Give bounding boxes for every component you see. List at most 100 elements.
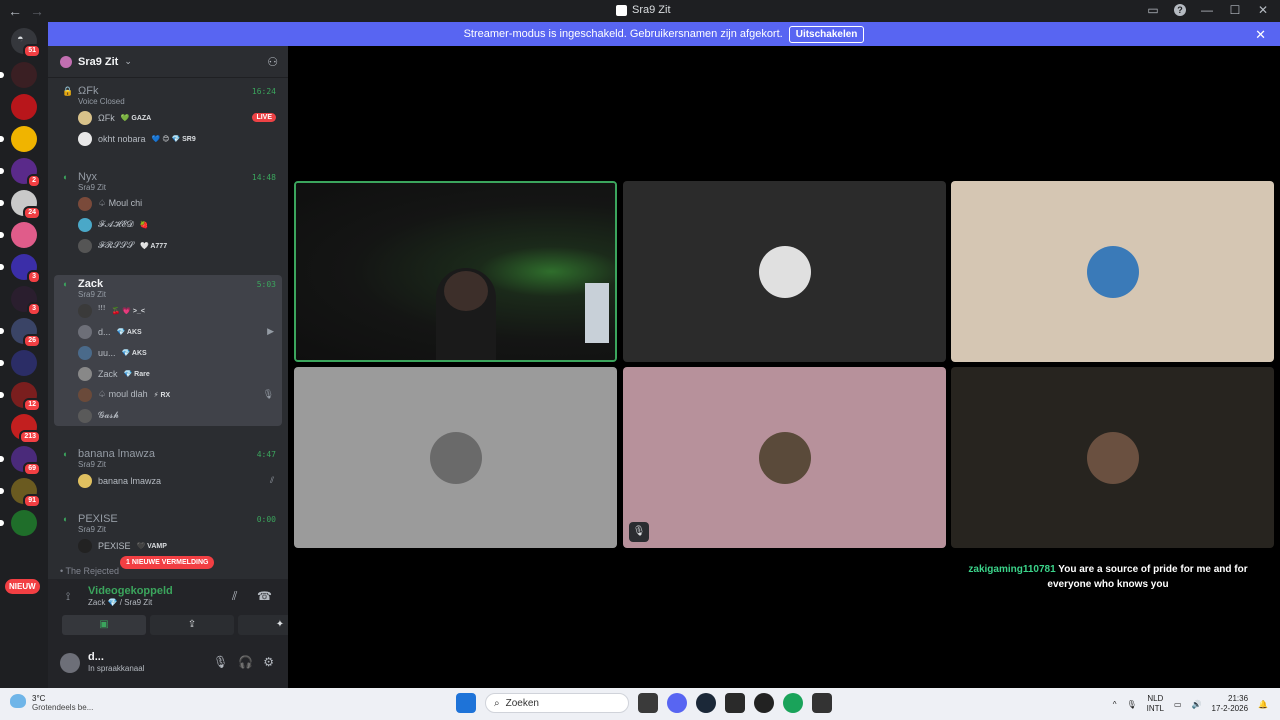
- voice-user[interactable]: PEXISE 🖤 VAMP: [54, 535, 282, 556]
- voice-user[interactable]: ꜝꜝꜝ 🍒 💗 >_<: [54, 300, 282, 321]
- home-button[interactable]: ◓ 51: [11, 28, 41, 58]
- avatar: [758, 245, 811, 298]
- server-icon[interactable]: 3: [0, 254, 41, 284]
- server-icon[interactable]: 69: [0, 446, 41, 476]
- microphone-icon[interactable]: 🎙: [213, 655, 228, 669]
- noise-suppression-icon[interactable]: ⫽: [232, 589, 237, 604]
- server-icon[interactable]: 26: [0, 318, 41, 348]
- avatar[interactable]: [78, 473, 92, 488]
- avatar[interactable]: [78, 408, 92, 423]
- server-icon[interactable]: [0, 222, 37, 248]
- voice-user[interactable]: 𝓕𝓡𝓢𝓢𝓢 🤍 A777: [54, 235, 282, 256]
- participant-tile[interactable]: [951, 367, 1274, 548]
- avatar[interactable]: [60, 653, 80, 673]
- voice-user[interactable]: okht nobara 💙 😊 💎 SR9: [54, 128, 282, 149]
- voice-user[interactable]: banana lmawza ⫽: [54, 470, 282, 491]
- maximize-icon[interactable]: ☐: [1228, 3, 1242, 17]
- epic-games-icon[interactable]: [725, 693, 745, 713]
- voice-user[interactable]: 𝓖𝓪𝓼𝓱: [54, 405, 282, 426]
- disconnect-icon[interactable]: ☎: [257, 589, 272, 603]
- camera-button[interactable]: ▣: [62, 615, 146, 635]
- microphone-tray-icon[interactable]: 🎙: [1127, 700, 1137, 709]
- disable-streamer-button[interactable]: Uitschakelen: [788, 25, 865, 43]
- volume-icon[interactable]: 🔊: [1192, 700, 1202, 709]
- avatar[interactable]: [78, 324, 92, 339]
- server-icon[interactable]: [0, 62, 37, 88]
- add-member-icon[interactable]: ⚇: [267, 55, 278, 69]
- signal-icon[interactable]: ⟟: [66, 591, 70, 604]
- avatar[interactable]: [78, 538, 92, 553]
- participant-tile[interactable]: [623, 181, 946, 362]
- close-window-icon[interactable]: ✕: [1256, 3, 1270, 17]
- unread-pip: [0, 328, 4, 334]
- inbox-icon[interactable]: ▭: [1146, 3, 1160, 17]
- notification-bell-icon[interactable]: 🔔: [1258, 700, 1268, 709]
- avatar[interactable]: [78, 387, 92, 402]
- avatar[interactable]: [78, 345, 92, 360]
- voice-channel[interactable]: ◖ banana lmawza 4:47 Sra9 Zit banana lmawza ⫽: [54, 445, 282, 491]
- chevron-up-icon[interactable]: ^: [1113, 700, 1117, 709]
- caption-user[interactable]: zakigaming110781: [968, 564, 1055, 575]
- voice-status[interactable]: Videogekoppeld: [88, 585, 173, 597]
- voice-user[interactable]: d... 💎 AKS ▶: [54, 321, 282, 342]
- server-icon[interactable]: 2: [0, 158, 41, 188]
- avatar[interactable]: [78, 303, 92, 318]
- server-icon[interactable]: 91: [0, 478, 41, 508]
- start-icon[interactable]: [456, 693, 476, 713]
- server-header[interactable]: Sra9 Zit ⌄ ⚇: [48, 46, 288, 78]
- weather-widget[interactable]: 3°C Grotendeels be...: [10, 694, 93, 712]
- voice-channel[interactable]: 🔒 ΩFk 16:24 Voice Closed ΩFk 💚 GAZA LIVE okht n…: [54, 82, 282, 149]
- mention-pill[interactable]: 1 NIEUWE VERMELDING: [120, 556, 215, 569]
- language-indicator[interactable]: NLD INTL: [1147, 694, 1164, 714]
- server-icon[interactable]: 24: [0, 190, 41, 220]
- voice-channel[interactable]: ◖ Zack 5:03 Sra9 Zit ꜝꜝꜝ 🍒 💗 >_< d... 💎 AKS ▶ uu.…: [54, 275, 282, 426]
- voice-location[interactable]: Zack 💎 / Sra9 Zit: [88, 598, 152, 607]
- voice-user[interactable]: ♤ moul dlah ⚡ RX 🎙: [54, 384, 282, 405]
- avatar[interactable]: [78, 217, 92, 232]
- forward-arrow-icon[interactable]: →: [30, 3, 44, 19]
- avatar[interactable]: [78, 110, 92, 125]
- participant-tile[interactable]: [294, 367, 617, 548]
- mic-off-icon: 🎙: [629, 522, 649, 542]
- screen-share-button[interactable]: ⇪: [150, 615, 234, 635]
- edge-icon[interactable]: [783, 693, 803, 713]
- server-icon[interactable]: [11, 94, 37, 120]
- server-icon[interactable]: 3: [11, 286, 41, 316]
- new-pill[interactable]: NIEUW: [5, 579, 40, 594]
- server-icon[interactable]: [0, 350, 37, 376]
- close-icon[interactable]: ✕: [1255, 27, 1266, 43]
- help-icon[interactable]: ?: [1174, 4, 1186, 16]
- participant-tile[interactable]: 🎙: [623, 367, 946, 548]
- voice-user[interactable]: ♤ Moul chi: [54, 193, 282, 214]
- voice-channel[interactable]: ◖ Nyx 14:48 Sra9 Zit ♤ Moul chi 𝓕𝓐𝓗𝓔𝓓 🍓 𝓕𝓡𝓢𝓢𝓢 🤍 …: [54, 168, 282, 256]
- voice-channel[interactable]: ◖ PEXISE 0:00 Sra9 Zit PEXISE 🖤 VAMP: [54, 510, 282, 556]
- gear-icon[interactable]: ⚙: [263, 655, 274, 669]
- video-tile[interactable]: [294, 181, 617, 362]
- server-icon[interactable]: 213: [11, 414, 41, 444]
- voice-user[interactable]: uu... 💎 AKS: [54, 342, 282, 363]
- search-input[interactable]: ⌕ Zoeken: [485, 693, 629, 713]
- voice-user[interactable]: Zack 💎 Rare: [54, 363, 282, 384]
- headphones-icon[interactable]: 🎧: [238, 655, 253, 669]
- clock[interactable]: 21:36 17-2-2026: [1212, 694, 1248, 714]
- server-icon[interactable]: [0, 126, 37, 152]
- steam-icon[interactable]: [696, 693, 716, 713]
- avatar[interactable]: [78, 196, 92, 211]
- avatar[interactable]: [78, 366, 92, 381]
- app-icon[interactable]: [754, 693, 774, 713]
- back-arrow-icon[interactable]: ←: [8, 3, 22, 19]
- user-name[interactable]: d...: [88, 651, 104, 663]
- task-view-icon[interactable]: [638, 693, 658, 713]
- voice-user[interactable]: 𝓕𝓐𝓗𝓔𝓓 🍓: [54, 214, 282, 235]
- server-icon[interactable]: [0, 510, 37, 536]
- avatar[interactable]: [78, 131, 92, 146]
- voice-channel-name: ΩFk: [78, 85, 99, 97]
- minimize-icon[interactable]: —: [1200, 3, 1214, 17]
- network-icon[interactable]: ▭: [1174, 700, 1182, 709]
- voice-user[interactable]: ΩFk 💚 GAZA LIVE: [54, 107, 282, 128]
- discord-app-icon[interactable]: [667, 693, 687, 713]
- participant-tile[interactable]: [951, 181, 1274, 362]
- server-icon[interactable]: 12: [0, 382, 41, 412]
- avatar[interactable]: [78, 238, 92, 253]
- app-icon-2[interactable]: [812, 693, 832, 713]
